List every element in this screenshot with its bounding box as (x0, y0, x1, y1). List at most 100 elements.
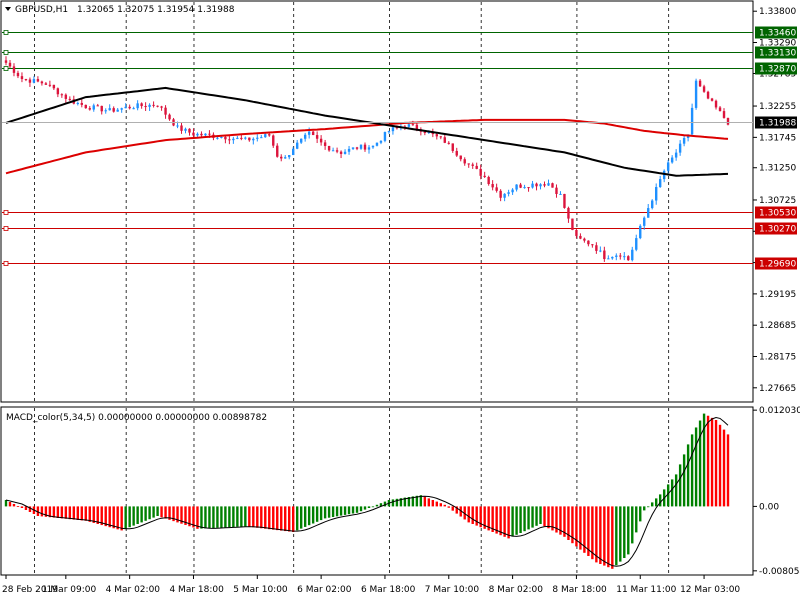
level-handle-2 (3, 66, 9, 71)
candle-body-124 (499, 190, 502, 198)
candle-body-173 (694, 80, 698, 108)
macd-bar-19 (80, 506, 83, 521)
macd-bar-15 (64, 506, 68, 519)
macd-bar-0 (4, 500, 8, 507)
macd-bar-88 (355, 506, 359, 513)
macd-bar-156 (627, 506, 630, 555)
candle-body-123 (495, 187, 498, 191)
candle-body-91 (367, 147, 371, 150)
macd-bar-2 (12, 504, 16, 507)
candle-body-44 (180, 125, 183, 131)
candle-body-9 (40, 81, 44, 84)
candle-body-54 (220, 136, 223, 138)
macd-bar-130 (523, 506, 526, 532)
macd-bar-37 (152, 506, 155, 518)
candle-body-67 (272, 135, 275, 146)
candle-body-30 (124, 106, 127, 109)
candle-body-81 (327, 145, 331, 151)
ohlc-values: 1.32065 1.32075 1.31954 1.31988 (77, 5, 235, 15)
candle-body-35 (144, 106, 147, 108)
candle-body-145 (583, 238, 586, 241)
candle-body-122 (491, 184, 494, 188)
candle-body-49 (200, 133, 203, 136)
candle-body-5 (24, 79, 28, 81)
candle-body-125 (503, 193, 506, 198)
candle-body-25 (104, 110, 107, 112)
candle-body-55 (224, 136, 227, 140)
macd-bar-52 (212, 506, 215, 528)
candle-body-114 (459, 155, 462, 160)
candle-body-143 (575, 230, 578, 236)
time-tick-label-2: 4 Mar 02:00 (106, 585, 161, 595)
price-tick-label-11: 1.28175 (759, 352, 796, 362)
time-tick-label-9: 8 Mar 18:00 (552, 585, 607, 595)
candle-body-129 (519, 184, 522, 188)
current-price-tag: 1.31988 (755, 116, 797, 129)
macd-bar-135 (543, 506, 546, 527)
time-tick-label-4: 5 Mar 10:00 (233, 585, 288, 595)
candle-body-51 (208, 133, 211, 135)
candle-body-97 (391, 127, 395, 132)
candle-body-177 (710, 98, 714, 101)
chart-canvas[interactable]: 1.338001.332901.327851.322551.317451.312… (0, 0, 800, 600)
candle-body-138 (555, 187, 558, 194)
candle-body-131 (527, 187, 530, 189)
candle-body-14 (60, 94, 64, 96)
macd-tick-label-0: 0.0120303 (759, 406, 800, 416)
macd-bar-68 (276, 506, 279, 531)
macd-bar-30 (124, 506, 127, 529)
symbol-header: GBPUSD,H1 1.32065 1.32075 1.31954 1.3198… (5, 5, 235, 15)
candle-body-130 (523, 187, 526, 189)
candle-body-89 (359, 144, 363, 149)
macd-bar-174 (698, 420, 702, 507)
macd-bar-76 (307, 506, 311, 526)
level-tag-label-5: 1.29690 (759, 260, 796, 270)
macd-bar-172 (690, 434, 694, 507)
candle-body-110 (443, 137, 446, 143)
macd-bar-92 (371, 506, 375, 508)
macd-bar-28 (116, 506, 119, 530)
macd-bar-106 (427, 498, 431, 507)
macd-bar-151 (607, 506, 610, 568)
candle-body-152 (611, 256, 614, 259)
macd-bar-16 (68, 506, 72, 520)
macd-bar-71 (288, 506, 291, 532)
macd-bar-158 (635, 506, 638, 533)
macd-bar-152 (611, 506, 614, 569)
level-handle-3 (3, 210, 9, 215)
candle-body-65 (264, 134, 267, 138)
macd-bar-153 (615, 506, 618, 566)
macd-bar-179 (718, 424, 722, 507)
price-tick-label-10: 1.28685 (759, 321, 796, 331)
time-tick-label-10: 11 Mar 11:00 (616, 585, 676, 595)
macd-bar-21 (88, 506, 91, 522)
candle-body-166 (666, 162, 670, 171)
macd-bar-65 (264, 506, 267, 529)
macd-bar-125 (503, 506, 506, 537)
candle-body-162 (651, 200, 654, 209)
macd-bar-168 (674, 474, 678, 507)
candle-body-127 (511, 189, 514, 193)
macd-bar-81 (327, 506, 331, 518)
candle-body-153 (615, 255, 618, 257)
macd-bar-77 (311, 506, 315, 524)
candle-body-61 (248, 137, 251, 141)
macd-bar-112 (451, 506, 454, 511)
candle-body-160 (643, 217, 646, 226)
candle-body-113 (455, 150, 458, 156)
macd-bar-161 (647, 506, 650, 508)
price-tick-label-4: 1.31745 (759, 133, 796, 143)
candle-body-133 (535, 183, 538, 187)
candle-body-144 (579, 235, 582, 239)
candle-body-59 (240, 137, 243, 139)
macd-bar-176 (706, 415, 710, 507)
level-handle-4 (3, 226, 9, 231)
candle-body-78 (315, 135, 319, 139)
candle-body-63 (256, 137, 259, 139)
candle-body-134 (539, 184, 542, 187)
macd-bar-110 (443, 504, 446, 507)
macd-bar-118 (475, 506, 478, 526)
candle-body-64 (260, 137, 263, 139)
candle-body-8 (36, 79, 40, 82)
macd-bar-167 (670, 479, 674, 507)
